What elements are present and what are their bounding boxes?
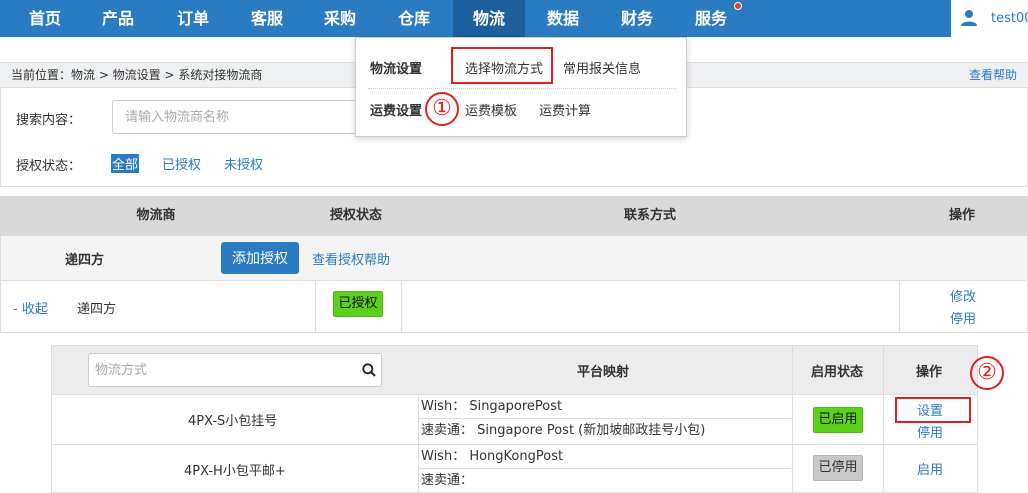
enable-link[interactable]: 启用 [917, 459, 943, 478]
col-actions: 操作 [948, 208, 975, 223]
user-icon [961, 10, 977, 26]
shipping-method-name: 4PX-S小包挂号 [188, 414, 278, 429]
nav-finance[interactable]: 财务 [606, 0, 668, 37]
user-menu[interactable]: test00 [951, 0, 1028, 37]
disable-link[interactable]: 停用 [917, 422, 943, 441]
menu-divider [368, 88, 676, 89]
carrier-row: - 收起 递四方 已授权 修改 停用 [0, 281, 1028, 333]
annotation-marker-1: ① [425, 92, 459, 126]
table-row: 4PX-H小包平邮+ Wish： HongKongPost 速卖通： 已停用 启… [52, 445, 977, 493]
carrier-table-header: 物流商 授权状态 联系方式 操作 [0, 196, 1028, 236]
disable-link[interactable]: 停用 [950, 308, 976, 327]
col-platform-mapping: 平台映射 [577, 365, 630, 380]
search-icon[interactable] [362, 363, 376, 377]
highlight-box-settings [895, 397, 971, 423]
breadcrumb: 当前位置：物流 > 物流设置 > 系统对接物流商 [11, 68, 263, 82]
shipping-method-table: 平台映射 启用状态 操作 4PX-S小包挂号 Wish： SingaporePo… [51, 345, 978, 493]
nav-orders[interactable]: 订单 [162, 0, 224, 37]
nav-products[interactable]: 产品 [87, 0, 149, 37]
view-help-link[interactable]: 查看帮助 [969, 63, 1017, 87]
auth-help-link[interactable]: 查看授权帮助 [312, 249, 390, 268]
auth-status-label: 授权状态： [16, 159, 82, 174]
search-label: 搜索内容： [16, 113, 82, 128]
divider [401, 281, 402, 332]
disabled-badge: 已停用 [813, 455, 863, 481]
filter-unauthorized[interactable]: 未授权 [223, 154, 264, 173]
user-name: test00 [991, 11, 1028, 26]
edit-link[interactable]: 修改 [950, 286, 976, 305]
divider [315, 281, 316, 332]
shipping-method-header: 平台映射 启用状态 操作 [52, 346, 977, 395]
col-carrier: 物流商 [136, 208, 176, 223]
col-contact: 联系方式 [623, 208, 676, 223]
carrier-group-name: 递四方 [65, 253, 105, 268]
menu-freight-template[interactable]: 运费模板 [465, 100, 517, 119]
col-enable-status: 启用状态 [811, 365, 864, 380]
mapping-aliexpress: 速卖通： Singapore Post (新加坡邮政挂号小包) [421, 423, 706, 438]
top-nav: 首页 产品 订单 客服 采购 仓库 物流 数据 财务 服务 test00 [0, 0, 1028, 37]
divider [899, 281, 900, 332]
carrier-group-row: 递四方 添加授权 查看授权帮助 [0, 236, 1028, 281]
menu-customs-info[interactable]: 常用报关信息 [563, 58, 641, 77]
nav-purchase[interactable]: 采购 [309, 0, 371, 37]
mapping-aliexpress: 速卖通： [421, 473, 474, 488]
table-row: 4PX-S小包挂号 Wish： SingaporePost 速卖通： Singa… [52, 395, 977, 445]
mapping-wish: Wish： SingaporePost [419, 395, 791, 419]
col-auth-status: 授权状态 [329, 208, 382, 223]
shipping-method-name: 4PX-H小包平邮+ [184, 464, 286, 479]
filter-all[interactable]: 全部 [111, 154, 140, 173]
add-authorization-button[interactable]: 添加授权 [221, 242, 299, 274]
highlight-box-select-method [451, 47, 553, 84]
menu-freight-calculator[interactable]: 运费计算 [539, 100, 591, 119]
filter-authorized[interactable]: 已授权 [161, 154, 202, 173]
annotation-marker-2: ② [970, 356, 1004, 390]
notification-dot [734, 2, 742, 10]
menu-group-logistics-settings: 物流设置 [370, 62, 423, 77]
search-input[interactable] [112, 100, 362, 134]
nav-customer-service[interactable]: 客服 [236, 0, 298, 37]
col-sub-actions: 操作 [916, 365, 943, 380]
menu-group-freight-settings: 运费设置 [370, 104, 423, 119]
nav-services[interactable]: 服务 [680, 0, 742, 37]
mapping-wish: Wish： HongKongPost [419, 445, 791, 469]
carrier-name: 递四方 [77, 302, 117, 317]
collapse-link[interactable]: - 收起 [13, 298, 48, 317]
nav-data[interactable]: 数据 [532, 0, 594, 37]
nav-warehouse[interactable]: 仓库 [383, 0, 445, 37]
shipping-method-search-input[interactable] [88, 353, 382, 387]
nav-logistics[interactable]: 物流 [453, 0, 525, 37]
status-badge: 已授权 [333, 291, 383, 317]
enabled-badge: 已启用 [813, 407, 863, 433]
nav-home[interactable]: 首页 [14, 0, 76, 37]
